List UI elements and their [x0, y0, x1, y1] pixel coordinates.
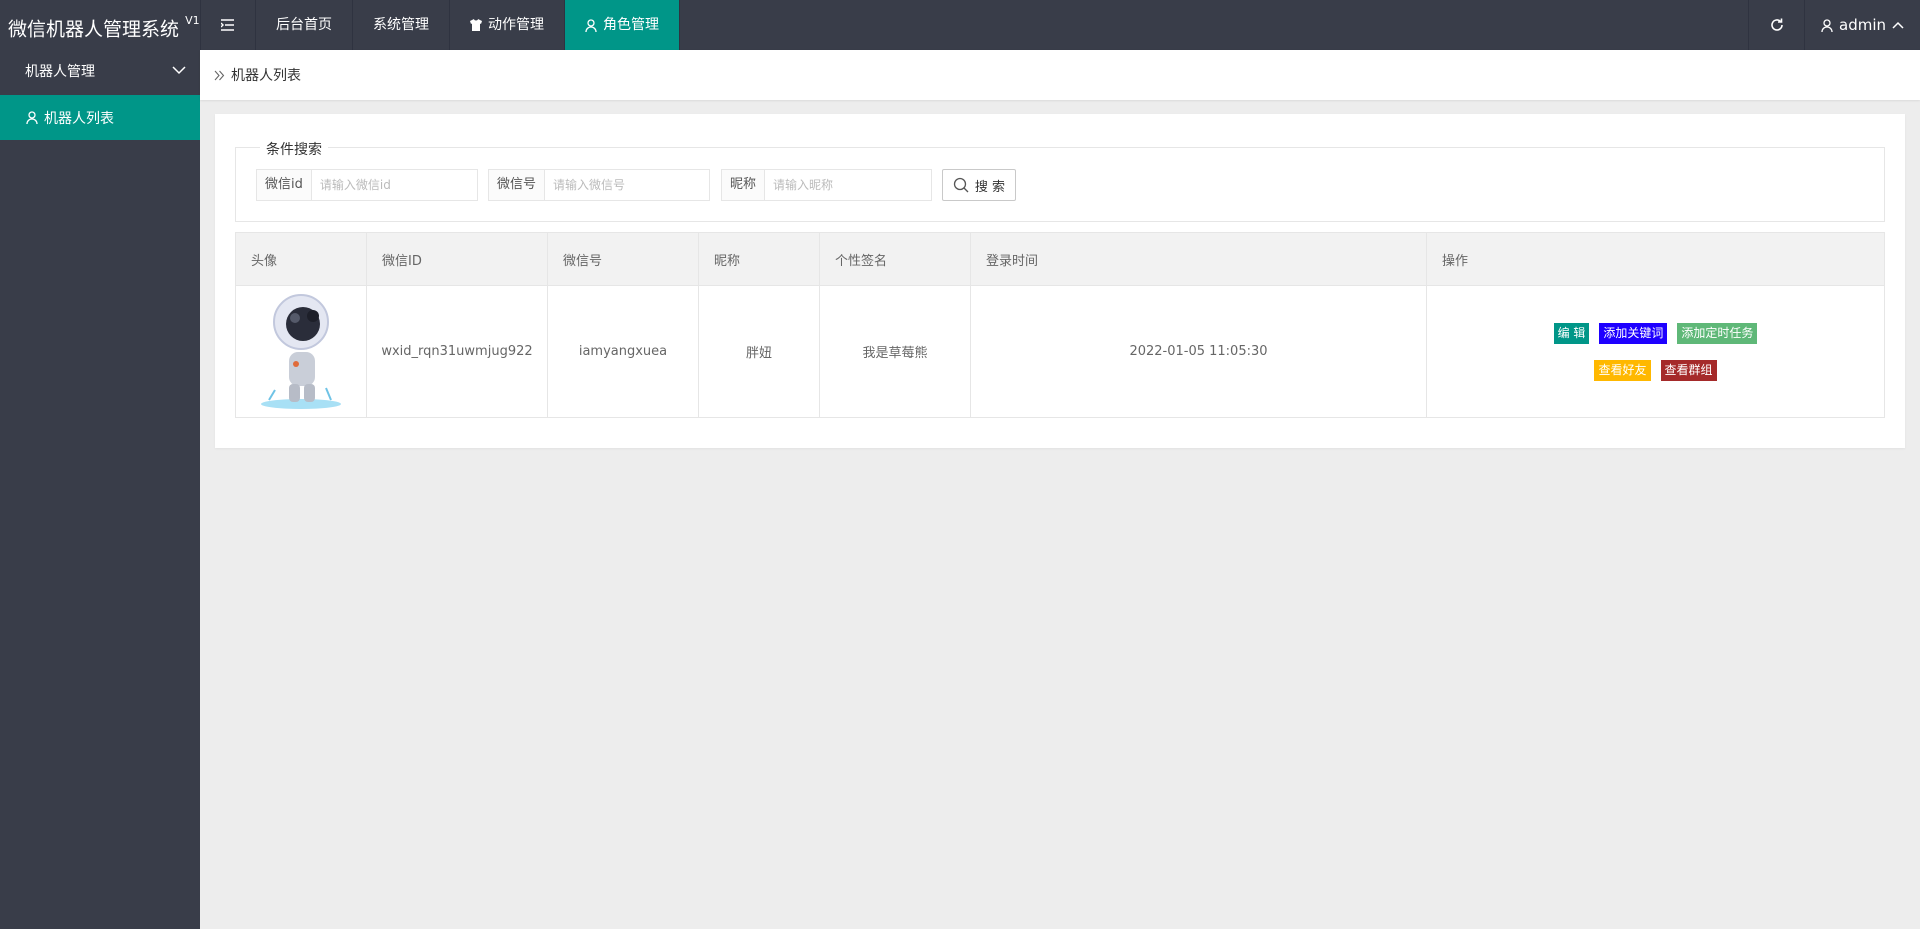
chevron-up-icon — [1892, 21, 1904, 29]
sidebar-item-label: 机器人列表 — [44, 110, 114, 127]
edit-button[interactable]: 编 辑 — [1553, 322, 1590, 344]
shirt-icon — [470, 19, 482, 31]
wxid-label: 微信id — [257, 170, 312, 200]
nav-item-label: 后台首页 — [276, 17, 332, 33]
nav-item-system[interactable]: 系统管理 — [353, 0, 450, 50]
nav-item-label: 动作管理 — [488, 17, 544, 33]
nickname-input[interactable] — [765, 170, 931, 200]
nav-item-home[interactable]: 后台首页 — [256, 0, 353, 50]
search-button-label: 搜 索 — [974, 179, 1006, 195]
search-icon — [953, 177, 969, 193]
actions-cell: 编 辑 添加关键词 添加定时任务 查看好友 查看群组 — [1426, 285, 1885, 418]
nickname-label: 昵称 — [722, 170, 766, 200]
top-header: 微信机器人管理系统 V1 后台首页 系统管理 动作管理 角色管理 admin — [0, 0, 1920, 50]
breadcrumb: 机器人列表 — [200, 50, 1920, 100]
chevron-down-icon — [172, 66, 186, 75]
nav-item-roles[interactable]: 角色管理 — [565, 0, 680, 50]
col-header-nickname: 昵称 — [698, 232, 820, 286]
user-icon — [1821, 18, 1833, 32]
app-logo: 微信机器人管理系统 V1 — [0, 0, 200, 50]
user-icon — [26, 111, 38, 124]
app-title: 微信机器人管理系统 — [8, 18, 180, 41]
nickname-field: 昵称 — [721, 169, 932, 201]
refresh-icon — [1770, 18, 1783, 31]
search-legend: 条件搜索 — [260, 139, 328, 159]
sidebar: 机器人管理 机器人列表 — [0, 50, 200, 929]
sidebar-item-robot-list[interactable]: 机器人列表 — [0, 95, 200, 140]
top-nav: 后台首页 系统管理 动作管理 角色管理 — [200, 0, 680, 50]
username: admin — [1839, 16, 1886, 34]
content-card: 条件搜索 微信id 微信号 昵称 搜 索 头像 微信ID 微信号 昵称 个性签名 — [215, 114, 1905, 448]
menu-fold-icon — [221, 19, 234, 31]
col-header-wxid: 微信ID — [366, 232, 548, 286]
refresh-button[interactable] — [1748, 0, 1804, 50]
sidebar-toggle-button[interactable] — [200, 0, 256, 50]
nav-item-actions[interactable]: 动作管理 — [450, 0, 565, 50]
sidebar-group-label: 机器人管理 — [25, 64, 95, 80]
user-icon — [585, 18, 597, 32]
table-header-row: 头像 微信ID 微信号 昵称 个性签名 登录时间 操作 — [235, 232, 1885, 286]
nickname-cell: 胖妞 — [698, 285, 820, 418]
col-header-avatar: 头像 — [235, 232, 367, 286]
actions-row: 编 辑 添加关键词 添加定时任务 — [1553, 322, 1758, 344]
wechat-label: 微信号 — [489, 170, 546, 200]
view-friends-button[interactable]: 查看好友 — [1594, 359, 1651, 381]
signature-cell: 我是草莓熊 — [819, 285, 971, 418]
wechat-cell: iamyangxuea — [547, 285, 699, 418]
breadcrumb-current: 机器人列表 — [231, 68, 301, 84]
add-keyword-button[interactable]: 添加关键词 — [1599, 322, 1668, 344]
col-header-wechat: 微信号 — [547, 232, 699, 286]
wxid-cell: wxid_rqn31uwmjug922 — [366, 285, 548, 418]
col-header-login-time: 登录时间 — [970, 232, 1427, 286]
double-chevron-right-icon — [214, 70, 225, 80]
nav-item-label: 角色管理 — [603, 17, 659, 33]
app-version: V1 — [185, 14, 200, 27]
col-header-actions: 操作 — [1426, 232, 1885, 286]
wxid-field: 微信id — [256, 169, 478, 201]
header-right: admin — [1748, 0, 1920, 50]
actions-row: 查看好友 查看群组 — [1594, 359, 1717, 381]
user-menu[interactable]: admin — [1804, 0, 1920, 50]
search-button[interactable]: 搜 索 — [942, 169, 1016, 201]
search-fieldset: 条件搜索 微信id 微信号 昵称 搜 索 — [235, 139, 1885, 222]
wxid-input[interactable] — [311, 170, 477, 200]
wechat-field: 微信号 — [488, 169, 710, 201]
avatar — [261, 293, 341, 409]
actions-group: 编 辑 添加关键词 添加定时任务 查看好友 查看群组 — [1427, 322, 1884, 381]
sidebar-group-robot-management[interactable]: 机器人管理 — [0, 50, 200, 95]
table-row: wxid_rqn31uwmjug922 iamyangxuea 胖妞 我是草莓熊… — [235, 285, 1885, 418]
login-time-cell: 2022-01-05 11:05:30 — [970, 285, 1427, 418]
add-scheduled-task-button[interactable]: 添加定时任务 — [1677, 322, 1758, 344]
view-groups-button[interactable]: 查看群组 — [1660, 359, 1717, 381]
nav-item-label: 系统管理 — [373, 17, 429, 33]
wechat-input[interactable] — [545, 170, 709, 200]
robot-table: 头像 微信ID 微信号 昵称 个性签名 登录时间 操作 wxid_rqn31uw… — [235, 232, 1885, 418]
col-header-signature: 个性签名 — [819, 232, 971, 286]
avatar-cell — [235, 285, 367, 418]
